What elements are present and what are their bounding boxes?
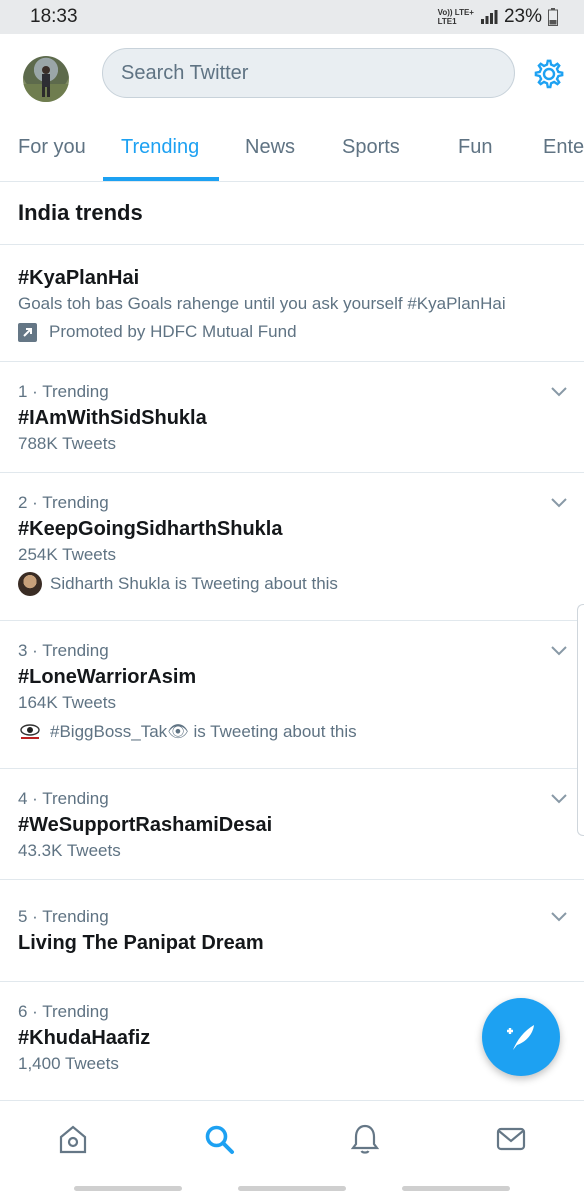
- trend-count: 164K Tweets: [18, 693, 116, 712]
- trend-rank: 1 · Trending: [18, 382, 109, 401]
- tab-fun[interactable]: Fun: [458, 136, 492, 159]
- trend-rank: 2 · Trending: [18, 493, 109, 512]
- chevron-down-icon[interactable]: [549, 385, 569, 399]
- system-recents-handle[interactable]: [402, 1186, 510, 1191]
- trend-count: 788K Tweets: [18, 434, 116, 453]
- trend-name[interactable]: #IAmWithSidShukla: [18, 407, 207, 430]
- trend-count: 43.3K Tweets: [18, 841, 121, 860]
- chevron-down-icon[interactable]: [549, 910, 569, 924]
- trend-name[interactable]: Living The Panipat Dream: [18, 932, 264, 955]
- system-home-handle[interactable]: [238, 1186, 346, 1191]
- trend-name[interactable]: #KhudaHaafiz: [18, 1027, 150, 1050]
- trend-context: #BiggBoss_Tak👁 is Tweeting about this: [18, 722, 357, 742]
- avatar-person-icon: [23, 66, 69, 102]
- bottom-navigation: [0, 1100, 584, 1178]
- battery-icon: [548, 8, 558, 26]
- trend-item[interactable]: 5 · Trending Living The Panipat Dream: [0, 879, 584, 981]
- trend-item[interactable]: 1 · Trending #IAmWithSidShukla 788K Twee…: [0, 361, 584, 472]
- network-top-label: Vo)) LTE+: [437, 8, 474, 17]
- messages-icon[interactable]: [495, 1123, 527, 1155]
- trend-rank: 4 · Trending: [18, 789, 109, 808]
- tab-news[interactable]: News: [245, 136, 295, 159]
- section-title: India trends: [18, 200, 143, 225]
- top-bar: Search Twitter: [0, 34, 584, 116]
- search-placeholder: Search Twitter: [121, 61, 249, 84]
- chevron-down-icon[interactable]: [549, 644, 569, 658]
- system-navigation-bar: [0, 1178, 584, 1200]
- divider: [0, 244, 584, 245]
- trend-context: Sidharth Shukla is Tweeting about this: [18, 572, 338, 596]
- status-bar: 18:33 Vo)) LTE+ LTE1 23%: [0, 0, 584, 34]
- status-time: 18:33: [30, 6, 78, 27]
- promoted-icon: [18, 322, 37, 342]
- chevron-down-icon[interactable]: [549, 496, 569, 510]
- promoted-by: Promoted by HDFC Mutual Fund: [49, 322, 297, 341]
- scrollbar[interactable]: [577, 604, 584, 836]
- home-icon[interactable]: [57, 1123, 89, 1155]
- trend-count: 254K Tweets: [18, 545, 116, 564]
- promoted-tag[interactable]: #KyaPlanHai: [18, 267, 139, 290]
- battery-percent: 23%: [503, 6, 542, 27]
- network-indicator: Vo)) LTE+ LTE1: [438, 8, 474, 26]
- signal-icon: [480, 10, 498, 24]
- trend-rank: 3 · Trending: [18, 641, 109, 660]
- search-input[interactable]: Search Twitter: [102, 48, 515, 98]
- trend-item[interactable]: 3 · Trending #LoneWarriorAsim 164K Tweet…: [0, 620, 584, 768]
- trend-context-text: #BiggBoss_Tak👁 is Tweeting about this: [50, 722, 357, 741]
- active-tab-indicator: [103, 177, 219, 181]
- trend-rank: 5 · Trending: [18, 907, 109, 926]
- promoted-by-line: Promoted by HDFC Mutual Fund: [18, 322, 297, 342]
- trend-name[interactable]: #LoneWarriorAsim: [18, 666, 196, 689]
- trend-context-text: Sidharth Shukla is Tweeting about this: [50, 574, 338, 593]
- trend-name[interactable]: #KeepGoingSidharthShukla: [18, 518, 282, 541]
- network-bottom-label: LTE1: [437, 17, 457, 26]
- promoted-description: Goals toh bas Goals rahenge until you as…: [18, 294, 506, 313]
- tab-for-you[interactable]: For you: [18, 136, 86, 159]
- context-avatar: [18, 572, 42, 596]
- gear-icon[interactable]: [533, 58, 565, 90]
- trend-item[interactable]: 2 · Trending #KeepGoingSidharthShukla 25…: [0, 472, 584, 620]
- chevron-down-icon[interactable]: [549, 792, 569, 806]
- search-icon[interactable]: [203, 1123, 235, 1155]
- compose-tweet-button[interactable]: [482, 998, 560, 1076]
- status-indicators: Vo)) LTE+ LTE1 23%: [438, 6, 558, 28]
- trend-name[interactable]: #WeSupportRashamiDesai: [18, 814, 272, 837]
- system-back-handle[interactable]: [74, 1186, 182, 1191]
- tab-trending[interactable]: Trending: [121, 136, 199, 159]
- compose-feather-icon: [507, 1025, 534, 1050]
- eye-logo-icon: [20, 724, 40, 739]
- trend-rank: 6 · Trending: [18, 1002, 109, 1021]
- tab-entertainment[interactable]: Ente: [543, 136, 584, 159]
- notifications-icon[interactable]: [349, 1123, 381, 1155]
- tab-sports[interactable]: Sports: [342, 136, 400, 159]
- trend-item[interactable]: 4 · Trending #WeSupportRashamiDesai 43.3…: [0, 768, 584, 879]
- trend-count: 1,400 Tweets: [18, 1054, 119, 1073]
- profile-avatar[interactable]: [23, 56, 69, 102]
- explore-tabs: For you Trending News Sports Fun Ente: [0, 116, 584, 182]
